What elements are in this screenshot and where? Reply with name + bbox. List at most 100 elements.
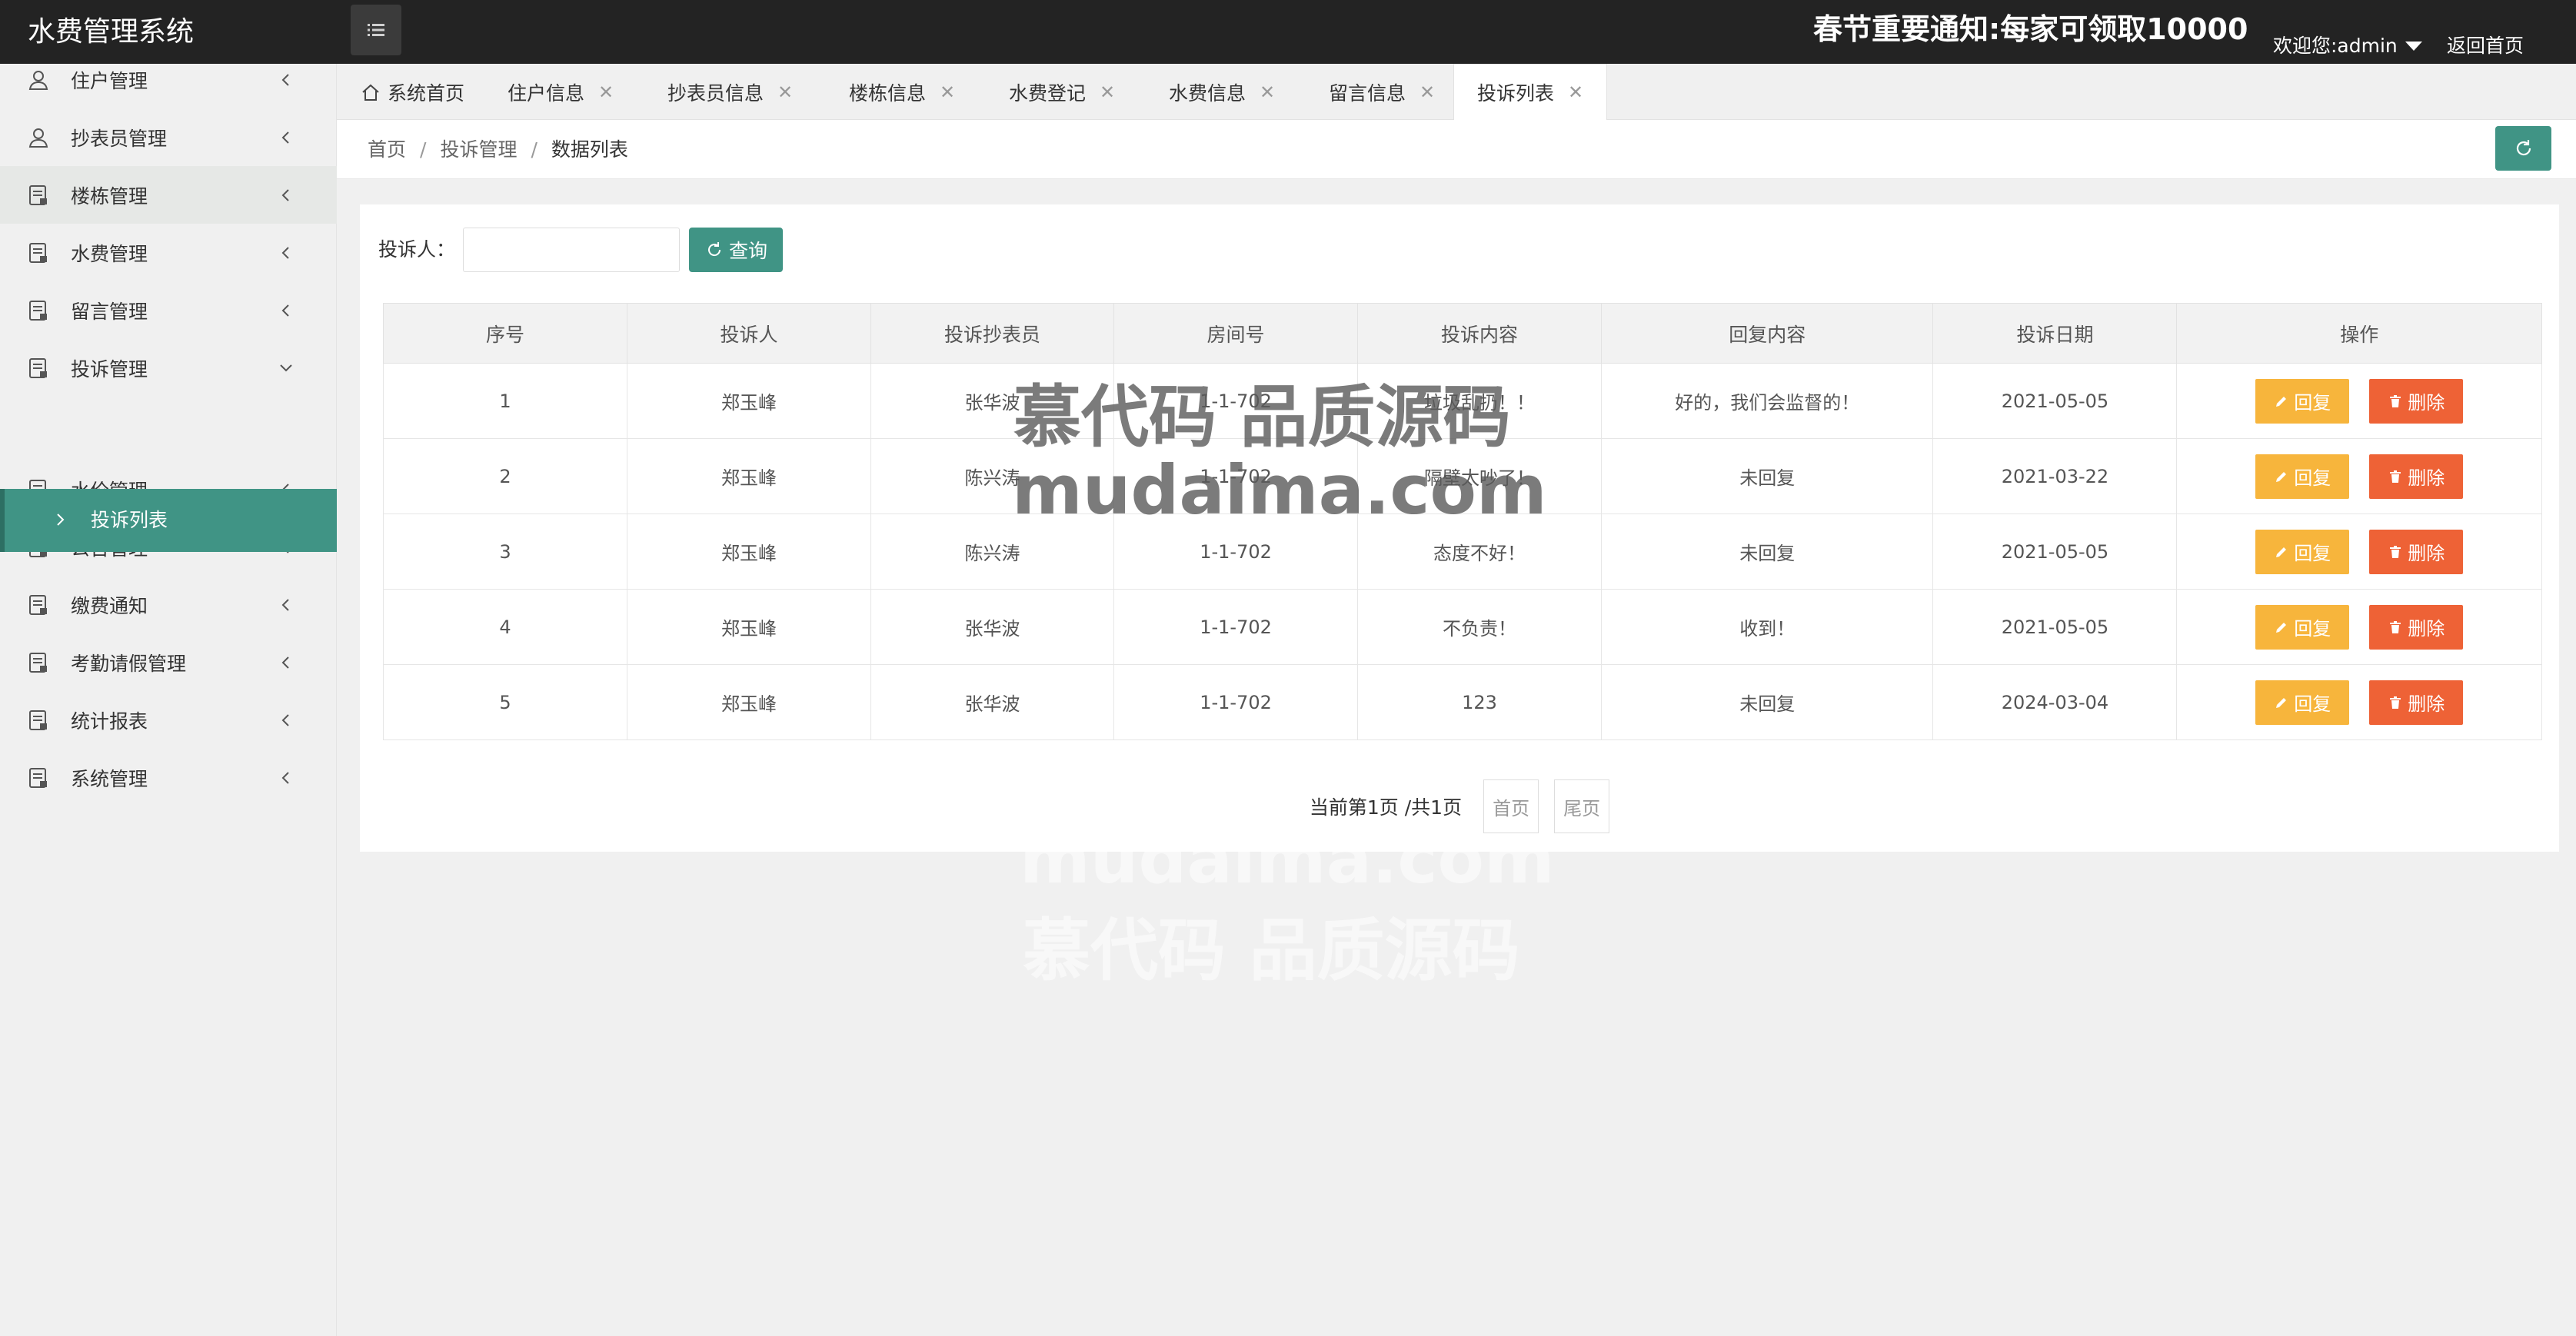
- search-button[interactable]: 查询: [689, 228, 783, 272]
- sidebar-item[interactable]: 水费管理: [0, 224, 337, 281]
- tab-label: 留言信息: [1329, 81, 1406, 105]
- menu-toggle-button[interactable]: [351, 5, 401, 55]
- complainant-search-input[interactable]: [463, 228, 680, 272]
- last-page-button[interactable]: 尾页: [1554, 779, 1610, 833]
- tab[interactable]: 抄表员信息 ✕: [667, 64, 793, 120]
- document-icon: [29, 768, 47, 788]
- sidebar-subitem-complaint-list[interactable]: 投诉列表: [0, 489, 337, 552]
- first-page-button[interactable]: 首页: [1483, 779, 1539, 833]
- table-cell-reply: 好的，我们会监督的！: [1601, 363, 1934, 439]
- chevron-down-icon: [280, 364, 292, 371]
- sidebar-subitem-label: 投诉列表: [91, 509, 168, 531]
- delete-button[interactable]: 删除: [2369, 378, 2464, 424]
- table-cell-date: 2024-03-04: [1932, 664, 2178, 740]
- refresh-button[interactable]: [2495, 126, 2551, 171]
- sidebar-item[interactable]: 留言管理: [0, 281, 337, 339]
- tab-label: 抄表员信息: [667, 81, 764, 105]
- table-header-cell: 操作: [2176, 303, 2542, 364]
- tab-label: 系统首页: [388, 81, 465, 105]
- table-cell-room: 1-1-702: [1113, 589, 1359, 665]
- table-cell-content: 垃圾乱扔！！: [1357, 363, 1603, 439]
- table-row: 3 郑玉峰 陈兴涛 1-1-702 态度不好！ 未回复 2021-05-05 回复 删除: [382, 513, 2542, 590]
- table-cell-content: 123: [1357, 664, 1603, 740]
- reply-button[interactable]: 回复: [2255, 604, 2350, 650]
- delete-button-label: 删除: [2408, 392, 2445, 414]
- tab[interactable]: 水费信息 ✕: [1169, 64, 1275, 120]
- tab[interactable]: 水费登记 ✕: [1009, 64, 1115, 120]
- sidebar-item-label: 统计报表: [71, 710, 148, 733]
- table-cell-complainant: 郑玉峰: [627, 664, 872, 740]
- delete-button[interactable]: 删除: [2369, 529, 2464, 574]
- delete-button-label: 删除: [2408, 693, 2445, 715]
- reply-button-label: 回复: [2294, 693, 2331, 715]
- delete-button[interactable]: 删除: [2369, 680, 2464, 725]
- user-menu[interactable]: 欢迎您:admin: [2273, 0, 2422, 64]
- table-row: 5 郑玉峰 张华波 1-1-702 123 未回复 2024-03-04 回复 删除: [382, 664, 2542, 740]
- chevron-left-icon: [281, 656, 289, 669]
- pencil-icon: [2276, 622, 2287, 633]
- reply-button[interactable]: 回复: [2255, 454, 2350, 499]
- sidebar-item[interactable]: 统计报表: [0, 691, 337, 749]
- reply-button-label: 回复: [2294, 392, 2331, 414]
- reply-button[interactable]: 回复: [2255, 529, 2350, 574]
- sidebar-item[interactable]: 投诉管理: [0, 339, 337, 397]
- sidebar-item-label: 抄表员管理: [71, 127, 168, 150]
- chevron-left-icon: [281, 131, 289, 144]
- document-icon: [29, 185, 47, 205]
- table-cell-content: 隔壁太吵了！: [1357, 438, 1603, 514]
- table-cell-complainant: 郑玉峰: [627, 513, 872, 590]
- top-header: 水费管理系统 春节重要通知:每家可领取10000 欢迎您:admin 返回首页: [0, 0, 2576, 64]
- breadcrumb-section[interactable]: 投诉管理: [440, 138, 517, 161]
- table-cell-reader: 陈兴涛: [870, 513, 1115, 590]
- tab[interactable]: 留言信息 ✕: [1329, 64, 1435, 120]
- trash-icon: [2390, 394, 2401, 407]
- tab[interactable]: 投诉列表 ✕: [1453, 64, 1608, 121]
- tab[interactable]: 住户信息 ✕: [508, 64, 614, 120]
- close-icon[interactable]: ✕: [777, 81, 793, 103]
- close-icon[interactable]: ✕: [1419, 81, 1435, 103]
- sidebar-item[interactable]: 考勤请假管理: [0, 633, 337, 691]
- delete-button[interactable]: 删除: [2369, 604, 2464, 650]
- close-icon[interactable]: ✕: [940, 81, 955, 103]
- table-row: 4 郑玉峰 张华波 1-1-702 不负责！ 收到！ 2021-05-05 回复 删除: [382, 589, 2542, 665]
- sidebar-item[interactable]: 抄表员管理: [0, 108, 337, 166]
- sidebar-item-label: 系统管理: [71, 767, 148, 790]
- tab-label: 投诉列表: [1477, 82, 1555, 105]
- reply-button[interactable]: 回复: [2255, 680, 2350, 725]
- tab-label: 水费信息: [1169, 81, 1246, 105]
- delete-button[interactable]: 删除: [2369, 454, 2464, 499]
- table-cell-date: 2021-05-05: [1932, 513, 2178, 590]
- document-icon: [29, 595, 47, 615]
- table-cell-actions: 回复 删除: [2176, 664, 2542, 740]
- sidebar-item[interactable]: 楼栋管理: [0, 166, 337, 224]
- chevron-left-icon: [281, 304, 289, 317]
- sidebar-item[interactable]: 缴费通知: [0, 576, 337, 633]
- search-button-label: 查询: [728, 241, 767, 262]
- chevron-left-icon: [281, 713, 289, 726]
- welcome-text: 欢迎您:admin: [2273, 35, 2398, 57]
- close-icon[interactable]: ✕: [598, 81, 614, 103]
- breadcrumb-home[interactable]: 首页: [368, 138, 406, 161]
- table-cell-date: 2021-05-05: [1932, 363, 2178, 439]
- sidebar-item-label: 缴费通知: [71, 594, 148, 617]
- close-icon[interactable]: ✕: [1100, 81, 1115, 103]
- reply-button-label: 回复: [2294, 467, 2331, 489]
- chevron-left-icon: [281, 246, 289, 259]
- trash-icon: [2390, 620, 2401, 633]
- table-cell-actions: 回复 删除: [2176, 438, 2542, 514]
- table-cell-reader: 陈兴涛: [870, 438, 1115, 514]
- table-header-cell: 房间号: [1113, 303, 1359, 364]
- reply-button[interactable]: 回复: [2255, 378, 2350, 424]
- document-icon: [29, 358, 47, 378]
- back-home-link[interactable]: 返回首页: [2447, 0, 2524, 64]
- table-cell-content: 态度不好！: [1357, 513, 1603, 590]
- tab[interactable]: 楼栋信息 ✕: [849, 64, 955, 120]
- sidebar-item[interactable]: 住户管理: [0, 51, 337, 108]
- close-icon[interactable]: ✕: [1568, 81, 1583, 103]
- page-info: 当前第1页 /共1页: [1309, 796, 1463, 819]
- sidebar-item[interactable]: 系统管理: [0, 749, 337, 806]
- search-label: 投诉人：: [378, 238, 456, 261]
- tab[interactable]: 系统首页: [360, 64, 464, 120]
- close-icon[interactable]: ✕: [1260, 81, 1275, 103]
- sidebar-item-label: 水费管理: [71, 242, 148, 265]
